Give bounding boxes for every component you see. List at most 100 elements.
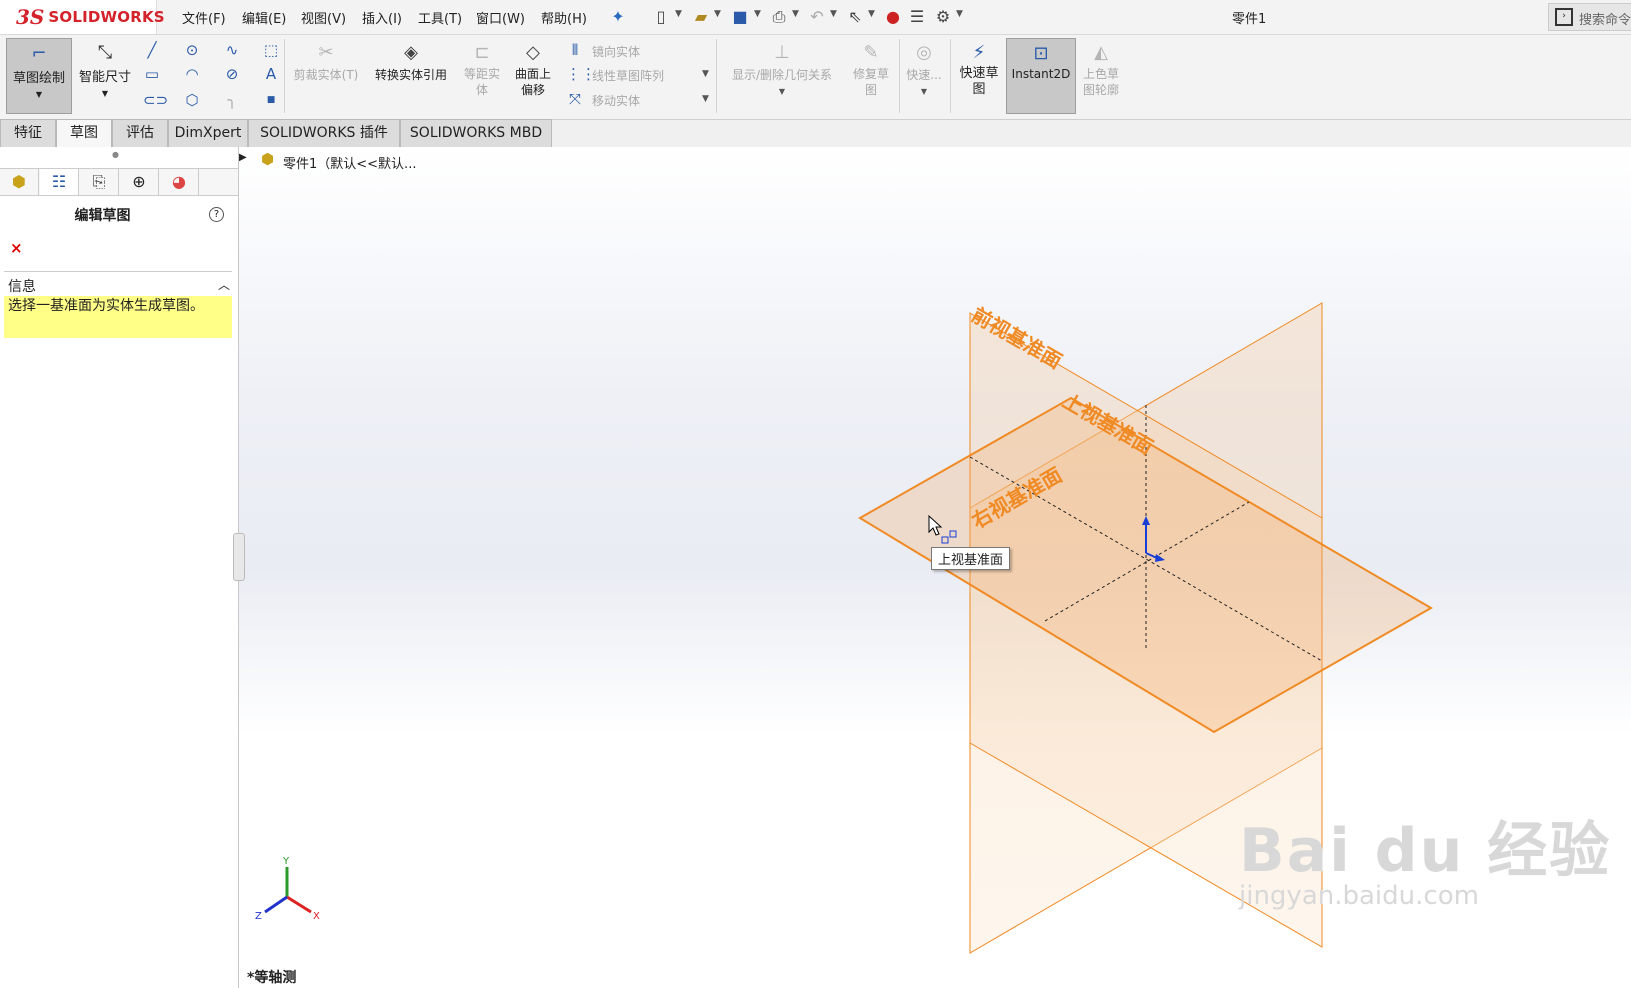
command-manager: ⌐ 草图绘制 ▼ ⤡ 智能尺寸 ▼ ╱ ▭ ⊂⊃ ⊙ ◠ ⬡ ∿ ⊘ ╮ ⬚ A… (0, 35, 1631, 120)
offset-icon: ⊏ (474, 42, 490, 63)
text-icon[interactable]: A (262, 65, 280, 83)
chevron-down-icon[interactable]: ▼ (868, 9, 875, 19)
rapid-sketch-button[interactable]: ⚡ 快速草 图 (954, 38, 1004, 112)
offset-entities-button[interactable]: ⊏ 等距实 体 (458, 38, 506, 112)
chevron-down-icon[interactable]: ▼ (714, 9, 721, 19)
menu-insert[interactable]: 插入(I) (362, 8, 402, 27)
slot-icon[interactable]: ⊂⊃ (143, 91, 168, 109)
solidworks-logo[interactable]: 3S SOLIDWORKS (0, 0, 165, 34)
pin-icon[interactable]: ✦ (607, 7, 629, 27)
plane-icon[interactable]: ⬚ (262, 41, 280, 59)
quick-snaps-button[interactable]: ◎ 快速... ▼ (902, 38, 946, 112)
trim-label: 剪裁实体(T) (293, 68, 359, 82)
tab-dimxpert[interactable]: DimXpert (168, 119, 248, 147)
point-icon[interactable]: ■ (262, 91, 280, 109)
surface-offset-label-2: 偏移 (520, 83, 545, 97)
open-folder-icon[interactable]: ▰ (690, 7, 712, 27)
manager-tabs: ⬢ ☷ ⎘ ⊕ ◕ (0, 168, 238, 196)
search-box[interactable]: › 搜索命令 (1548, 3, 1631, 31)
repair-sketch-button[interactable]: ✎ 修复草 图 (846, 38, 896, 112)
smart-dimension-button[interactable]: ⤡ 智能尺寸 ▼ (74, 38, 136, 112)
chevron-down-icon[interactable]: ▼ (792, 9, 799, 19)
select-cursor-icon[interactable]: ⇖ (844, 7, 866, 27)
gear-icon[interactable]: ⚙ (932, 7, 954, 27)
rebuild-traffic-light-icon[interactable]: ● (882, 7, 904, 27)
display-relations-button[interactable]: ⊥ 显示/删除几何关系 ▼ (720, 38, 844, 112)
save-icon[interactable]: ■ (729, 7, 751, 27)
fillet-icon[interactable]: ╮ (223, 91, 241, 109)
chevron-down-icon[interactable]: ▼ (902, 87, 946, 96)
ribbon-separator (716, 39, 717, 113)
property-manager-tab-icon[interactable]: ☷ (40, 169, 79, 195)
new-document-icon[interactable]: ▯ (650, 7, 672, 27)
mirror-label[interactable]: 镜向实体 (592, 43, 640, 60)
info-section-title: 信息 (8, 279, 36, 295)
surface-offset-label-1: 曲面上 (514, 67, 551, 81)
info-section-header[interactable]: 信息 ︿ (4, 271, 232, 295)
ellipse-icon[interactable]: ⊘ (223, 65, 241, 83)
convert-entities-button[interactable]: ◈ 转换实体引用 (366, 38, 456, 112)
triad-z-label: Z (255, 911, 262, 922)
trim-entities-button[interactable]: ✂ 剪裁实体(T) (288, 38, 364, 112)
panel-collapse-handle[interactable] (233, 533, 245, 581)
polygon-icon[interactable]: ⬡ (183, 91, 201, 109)
menu-window[interactable]: 窗口(W) (476, 8, 525, 27)
circle-icon[interactable]: ⊙ (183, 41, 201, 59)
menu-file[interactable]: 文件(F) (182, 8, 226, 27)
instant2d-button[interactable]: ⊡ Instant2D (1006, 38, 1076, 114)
print-icon[interactable]: ⎙ (768, 7, 790, 27)
tab-solidworks-mbd[interactable]: SOLIDWORKS MBD (400, 119, 552, 147)
tab-solidworks-addins[interactable]: SOLIDWORKS 插件 (248, 119, 400, 147)
move-icon[interactable]: ⤧ (566, 90, 584, 108)
baidu-watermark: Bai du 经验 jingyan.baidu.com (1239, 802, 1611, 911)
menu-tools[interactable]: 工具(T) (418, 8, 462, 27)
relations-label: 显示/删除几何关系 (731, 68, 833, 82)
chevron-down-icon[interactable]: ▼ (675, 9, 682, 19)
graphics-area[interactable]: ▶ ⬢ 零件1（默认<<默认... ⌕ ⌕ ↺ ◧ ✎ ❒ ◨ ◉ ◕ ◒ ▭ (239, 147, 1631, 988)
line-icon[interactable]: ╱ (143, 41, 161, 59)
offset-on-surface-button[interactable]: ◇ 曲面上 偏移 (508, 38, 558, 112)
chevron-down-icon[interactable]: ▼ (830, 9, 837, 19)
repair-icon: ✎ (863, 42, 879, 63)
chevron-down-icon[interactable]: ▼ (74, 89, 136, 98)
watermark-brand: Bai du 经验 (1239, 816, 1612, 886)
undo-icon[interactable]: ↶ (806, 7, 828, 27)
ribbon-separator (284, 39, 285, 113)
ribbon-separator (899, 39, 900, 113)
search-input[interactable]: 搜索命令 (1579, 9, 1631, 28)
rectangle-icon[interactable]: ▭ (143, 65, 161, 83)
chevron-down-icon[interactable]: ▼ (702, 69, 709, 79)
chevron-down-icon[interactable]: ▼ (702, 94, 709, 104)
shaded-sketch-contours-button[interactable]: ◭ 上色草 图轮廓 (1076, 38, 1126, 112)
offset-label-2: 体 (475, 83, 488, 97)
sketch-button[interactable]: ⌐ 草图绘制 ▼ (6, 38, 72, 114)
display-manager-tab-icon[interactable]: ◕ (160, 169, 199, 195)
mirror-icon[interactable]: ⫴ (566, 41, 584, 59)
menu-help[interactable]: 帮助(H) (541, 8, 587, 27)
chevron-down-icon[interactable]: ▼ (720, 87, 844, 96)
close-icon[interactable]: × (10, 239, 23, 257)
logo-text: SOLIDWORKS (48, 8, 165, 26)
chevron-up-icon[interactable]: ︿ (218, 276, 230, 293)
trim-icon: ✂ (318, 42, 334, 63)
tab-evaluate[interactable]: 评估 (112, 119, 168, 147)
quick-snaps-icon: ◎ (916, 42, 932, 63)
arc-icon[interactable]: ◠ (183, 65, 201, 83)
chevron-down-icon[interactable]: ▼ (754, 9, 761, 19)
tab-sketch[interactable]: 草图 (56, 119, 112, 147)
chevron-down-icon[interactable]: ▼ (7, 90, 71, 99)
spline-icon[interactable]: ∿ (223, 41, 241, 59)
panel-grip-icon[interactable]: ● (112, 150, 119, 159)
help-icon[interactable]: ? (209, 207, 224, 222)
menu-edit[interactable]: 编辑(E) (242, 8, 286, 27)
linear-pattern-icon[interactable]: ⋮⋮ (566, 65, 596, 83)
move-label[interactable]: 移动实体 (592, 92, 640, 109)
linear-pattern-label[interactable]: 线性草图阵列 (592, 67, 664, 84)
chevron-down-icon[interactable]: ▼ (956, 9, 963, 19)
configuration-manager-tab-icon[interactable]: ⎘ (80, 169, 119, 195)
tab-features[interactable]: 特征 (0, 119, 56, 147)
menu-view[interactable]: 视图(V) (301, 8, 346, 27)
feature-manager-tab-icon[interactable]: ⬢ (0, 169, 39, 195)
file-properties-icon[interactable]: ☰ (906, 7, 928, 27)
dimxpert-manager-tab-icon[interactable]: ⊕ (120, 169, 159, 195)
